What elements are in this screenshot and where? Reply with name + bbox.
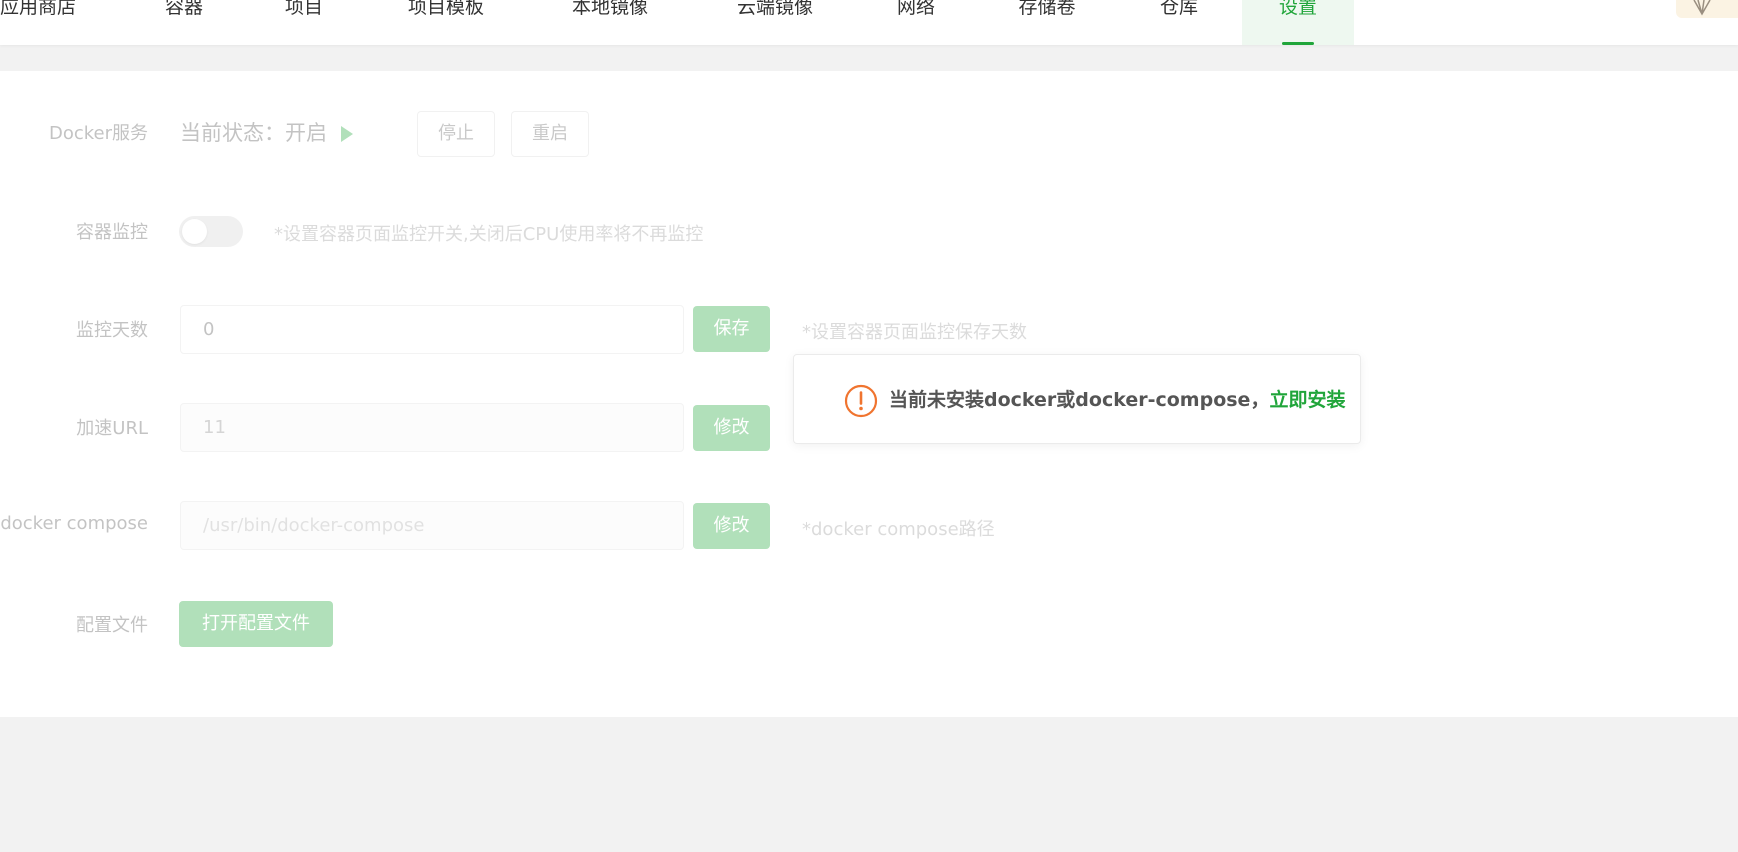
tab-containers[interactable]: 容器 xyxy=(162,0,206,45)
play-icon xyxy=(341,126,353,142)
popup-message-text: 当前未安装docker或docker-compose， xyxy=(889,389,1270,411)
accel-url-input[interactable] xyxy=(180,403,684,452)
tab-app-store[interactable]: 应用商店 xyxy=(0,0,92,45)
monitor-days-label: 监控天数 xyxy=(76,320,148,341)
docker-service-label: Docker服务 xyxy=(48,123,148,144)
docker-status-text: 当前状态：开启 xyxy=(180,121,327,145)
open-config-file-button[interactable]: 打开配置文件 xyxy=(179,601,333,647)
docker-compose-label: docker compose xyxy=(0,513,148,534)
container-monitor-toggle[interactable] xyxy=(179,216,243,247)
container-monitor-hint: *设置容器页面监控开关,关闭后CPU使用率将不再监控 xyxy=(274,224,704,245)
docker-compose-hint: *docker compose路径 xyxy=(802,519,995,540)
avatar[interactable] xyxy=(1676,0,1738,18)
edit-docker-compose-button[interactable]: 修改 xyxy=(693,503,770,549)
tab-cloud-images[interactable]: 云端镜像 xyxy=(731,0,819,45)
monitor-days-input[interactable] xyxy=(180,305,684,354)
install-now-link[interactable]: 立即安装 xyxy=(1269,389,1345,411)
save-button[interactable]: 保存 xyxy=(693,306,770,352)
monitor-days-hint: *设置容器页面监控保存天数 xyxy=(802,322,1027,343)
warning-circle-icon xyxy=(844,384,878,418)
active-tab-indicator xyxy=(1282,42,1314,45)
toggle-knob xyxy=(182,219,207,244)
tab-projects[interactable]: 项目 xyxy=(282,0,326,45)
edit-accel-url-button[interactable]: 修改 xyxy=(693,405,770,451)
not-installed-popup: 当前未安装docker或docker-compose，立即安装 xyxy=(793,354,1361,444)
accel-url-label: 加速URL xyxy=(76,418,148,439)
tab-settings-label: 设置 xyxy=(1278,0,1317,18)
docker-status: 当前状态：开启 xyxy=(180,117,353,147)
restart-button[interactable]: 重启 xyxy=(511,111,589,157)
tab-volumes[interactable]: 存储卷 xyxy=(1014,0,1080,45)
container-monitor-label: 容器监控 xyxy=(76,222,148,243)
tab-local-images[interactable]: 本地镜像 xyxy=(566,0,654,45)
config-file-label: 配置文件 xyxy=(76,615,148,636)
stop-button[interactable]: 停止 xyxy=(417,111,495,157)
popup-message: 当前未安装docker或docker-compose，立即安装 xyxy=(889,355,1345,445)
tab-network[interactable]: 网络 xyxy=(894,0,938,45)
tab-settings[interactable]: 设置 xyxy=(1242,0,1354,45)
tab-project-templates[interactable]: 项目模板 xyxy=(402,0,490,45)
tab-registry[interactable]: 仓库 xyxy=(1157,0,1201,45)
docker-compose-path-input[interactable] xyxy=(180,501,684,550)
top-nav-bar: 应用商店 容器 项目 项目模板 本地镜像 云端镜像 网络 存储卷 仓库 设置 xyxy=(0,0,1738,45)
diamond-icon xyxy=(1693,0,1711,16)
